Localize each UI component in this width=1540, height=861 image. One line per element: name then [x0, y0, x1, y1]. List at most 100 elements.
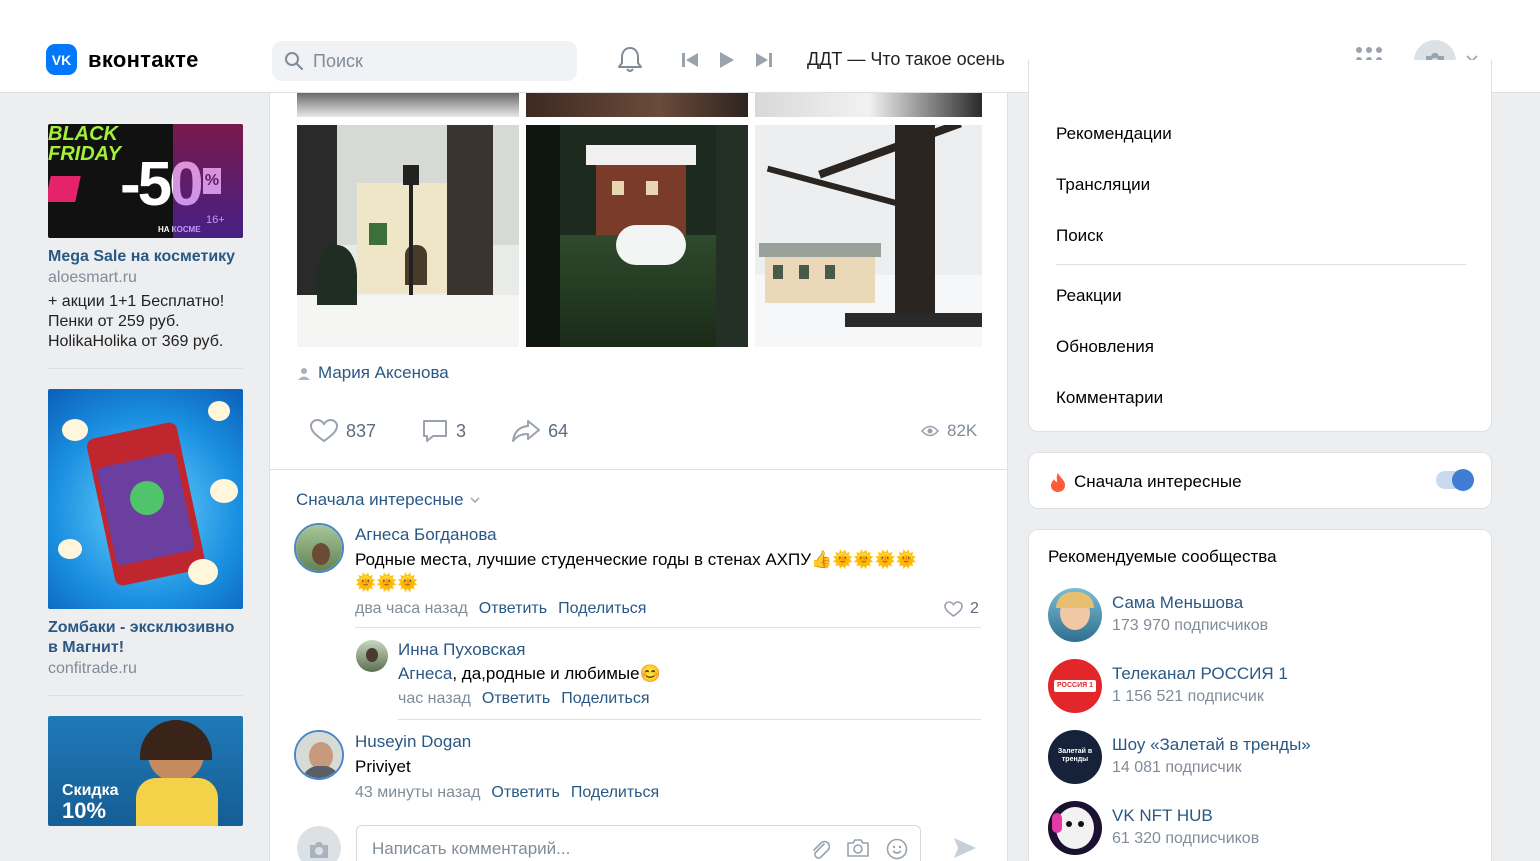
photo-author-name: Мария Аксенова	[318, 363, 449, 382]
reply-button[interactable]: Ответить	[482, 690, 550, 708]
camera-icon[interactable]	[846, 838, 870, 858]
ad-image-zombaki[interactable]	[48, 389, 243, 609]
interesting-first-toggle[interactable]	[1436, 469, 1474, 491]
community-avatar[interactable]	[1048, 801, 1102, 855]
reply-button[interactable]: Ответить	[491, 784, 559, 802]
post-photo[interactable]	[297, 93, 519, 117]
menu-item-recommendations[interactable]: Рекомендации	[1056, 124, 1172, 144]
comment-text: Родные места, лучшие студенческие годы в…	[355, 548, 917, 594]
emoji-icon[interactable]	[886, 838, 908, 860]
community-item[interactable]: Сама Меньшова 173 970 подписчиков	[1048, 588, 1268, 642]
comment-sort-dropdown[interactable]: Сначала интересные	[296, 490, 480, 510]
community-avatar[interactable]	[1048, 588, 1102, 642]
post-views: 82K	[921, 421, 977, 441]
reply-mention[interactable]: Агнеса	[398, 664, 452, 683]
post-photo[interactable]	[526, 93, 748, 117]
vk-logo[interactable]: VK вконтакте	[46, 44, 199, 75]
comment-meta: час назад Ответить Поделиться	[398, 690, 650, 708]
camera-icon	[310, 842, 328, 858]
comment-input[interactable]: Написать комментарий...	[356, 825, 921, 861]
recommended-title: Рекомендуемые сообщества	[1048, 547, 1277, 566]
community-name[interactable]: Шоу «Залетай в тренды»	[1112, 734, 1311, 756]
reply-button[interactable]: Ответить	[479, 600, 547, 618]
like-button[interactable]: 837	[310, 419, 376, 443]
comment-like-count: 2	[970, 600, 979, 617]
menu-item-search[interactable]: Поиск	[1056, 226, 1103, 246]
community-item[interactable]: РОССИЯ 1 Телеканал РОССИЯ 1 1 156 521 по…	[1048, 659, 1288, 713]
menu-item-updates[interactable]: Обновления	[1056, 337, 1154, 357]
community-name[interactable]: VK NFT HUB	[1112, 805, 1259, 827]
post-photo[interactable]	[297, 125, 519, 347]
ad-block[interactable]: Zомбаки - эксклюзивно в Магнит! confitra…	[48, 389, 243, 679]
ad-title[interactable]: Zомбаки - эксклюзивно в Магнит!	[48, 618, 243, 658]
comment-meta: 43 минуты назад Ответить Поделиться	[355, 784, 659, 802]
post-photo[interactable]	[755, 93, 982, 117]
community-item[interactable]: VK NFT HUB 61 320 подписчиков	[1048, 801, 1259, 855]
comment-avatar[interactable]	[294, 523, 344, 573]
community-subscribers: 61 320 подписчиков	[1112, 830, 1260, 847]
ad-divider	[48, 368, 243, 369]
community-name[interactable]: Сама Меньшова	[1112, 592, 1268, 614]
ad-title[interactable]: Mega Sale на косметику	[48, 247, 243, 267]
comment-like-button[interactable]: 2	[944, 600, 979, 618]
fire-icon	[1051, 473, 1065, 492]
comment-author[interactable]: Инна Пуховская	[398, 640, 525, 660]
community-name[interactable]: Телеканал РОССИЯ 1	[1112, 663, 1288, 685]
comment-avatar[interactable]	[356, 640, 388, 672]
photo-author[interactable]: Мария Аксенова	[298, 363, 449, 383]
comment-divider	[355, 627, 981, 628]
ad-image-black-friday[interactable]: BLACK FRIDAY -50 % 16+ НА КОСМЕ	[48, 124, 243, 238]
comment-divider	[398, 719, 981, 720]
menu-item-reactions[interactable]: Реакции	[1056, 286, 1122, 306]
menu-divider	[1056, 264, 1466, 265]
community-subscribers: 1 156 521 подписчик	[1112, 688, 1264, 705]
eye-icon	[921, 425, 939, 437]
share-comment-button[interactable]: Поделиться	[561, 690, 649, 708]
play-icon[interactable]	[719, 51, 735, 69]
user-icon	[298, 367, 310, 380]
comment-time[interactable]: 43 минуты назад	[355, 784, 480, 802]
ad-domain[interactable]: confitrade.ru	[48, 658, 243, 679]
community-subscribers: 173 970 подписчиков	[1112, 617, 1269, 634]
comment-author[interactable]: Huseyin Dogan	[355, 732, 471, 752]
menu-item-live[interactable]: Трансляции	[1056, 175, 1150, 195]
toggle-knob	[1452, 469, 1474, 491]
ad-image-text: 10%	[62, 798, 107, 823]
share-comment-button[interactable]: Поделиться	[571, 784, 659, 802]
now-playing-track[interactable]: ДДТ — Что такое осень	[807, 49, 1005, 70]
my-avatar[interactable]	[297, 826, 341, 861]
community-item[interactable]: Залетай в тренды Шоу «Залетай в тренды» …	[1048, 730, 1311, 784]
comment-text-line: 🌞🌞🌞	[355, 573, 419, 592]
post-photo[interactable]	[755, 125, 982, 347]
comment-time[interactable]: два часа назад	[355, 600, 468, 618]
send-icon[interactable]	[952, 836, 978, 860]
share-icon	[512, 420, 541, 442]
previous-track-icon[interactable]	[682, 52, 699, 68]
community-avatar[interactable]: РОССИЯ 1	[1048, 659, 1102, 713]
bell-icon[interactable]	[617, 45, 643, 73]
share-button[interactable]: 64	[512, 420, 568, 442]
comment-text: Агнеса, да,родные и любимые😊	[398, 662, 661, 685]
ad-domain[interactable]: aloesmart.ru	[48, 267, 243, 288]
vk-logo-text: вконтакте	[88, 46, 199, 72]
chevron-down-icon	[470, 497, 480, 503]
menu-item-comments[interactable]: Комментарии	[1056, 388, 1163, 408]
ad-block[interactable]: BLACK FRIDAY -50 % 16+ НА КОСМЕ Mega Sal…	[48, 124, 243, 352]
comment-time[interactable]: час назад	[398, 690, 471, 708]
ad-image-discount[interactable]: Скидка 10%	[48, 716, 243, 826]
comment-author[interactable]: Агнеса Богданова	[355, 525, 497, 545]
post-actions: 837 3 64	[310, 419, 614, 443]
share-comment-button[interactable]: Поделиться	[558, 600, 646, 618]
ad-description: + акции 1+1 Бесплатно! Пенки от 259 руб.…	[48, 293, 225, 350]
paperclip-icon[interactable]	[810, 838, 830, 860]
comment-avatar[interactable]	[294, 730, 344, 780]
search-placeholder: Поиск	[313, 50, 363, 71]
comment-icon	[423, 420, 448, 442]
post-photo[interactable]	[526, 125, 748, 347]
comment-button[interactable]: 3	[422, 419, 466, 443]
community-avatar[interactable]: Залетай в тренды	[1048, 730, 1102, 784]
ad-image-text: BLACK	[48, 124, 118, 145]
views-count: 82K	[947, 421, 978, 440]
search-input[interactable]: Поиск	[272, 41, 577, 81]
next-track-icon[interactable]	[755, 52, 772, 68]
